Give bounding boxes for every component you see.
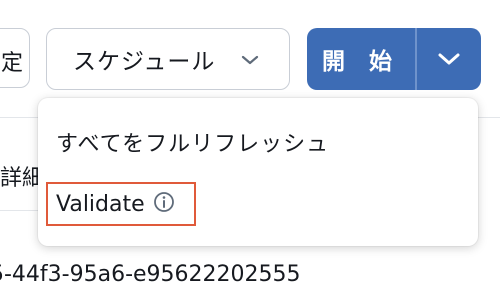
start-button-label: 開 始	[321, 49, 400, 75]
chevron-down-icon	[438, 53, 460, 65]
tab-underline	[0, 210, 40, 211]
tab-details[interactable]: 詳細	[0, 160, 38, 192]
start-split-button: 開 始	[307, 28, 481, 90]
start-dropdown-toggle[interactable]	[417, 28, 481, 90]
chevron-down-icon	[241, 51, 259, 70]
start-dropdown-menu: すべてをフルリフレッシュ Validate	[38, 98, 478, 246]
pipeline-id-text: 5-44f3-95a6-e95622202555	[0, 262, 301, 287]
partial-toolbar-button[interactable]: 定	[0, 28, 30, 88]
partial-button-label: 定	[0, 51, 23, 76]
menu-item-full-refresh[interactable]: すべてをフルリフレッシュ	[56, 126, 329, 158]
schedule-button-label: スケジュール	[73, 49, 216, 75]
start-button[interactable]: 開 始	[307, 28, 415, 90]
menu-item-validate[interactable]: Validate	[46, 182, 196, 226]
menu-item-validate-label: Validate	[56, 191, 145, 217]
schedule-dropdown-button[interactable]: スケジュール	[46, 28, 290, 90]
info-circle-icon[interactable]	[153, 191, 175, 217]
